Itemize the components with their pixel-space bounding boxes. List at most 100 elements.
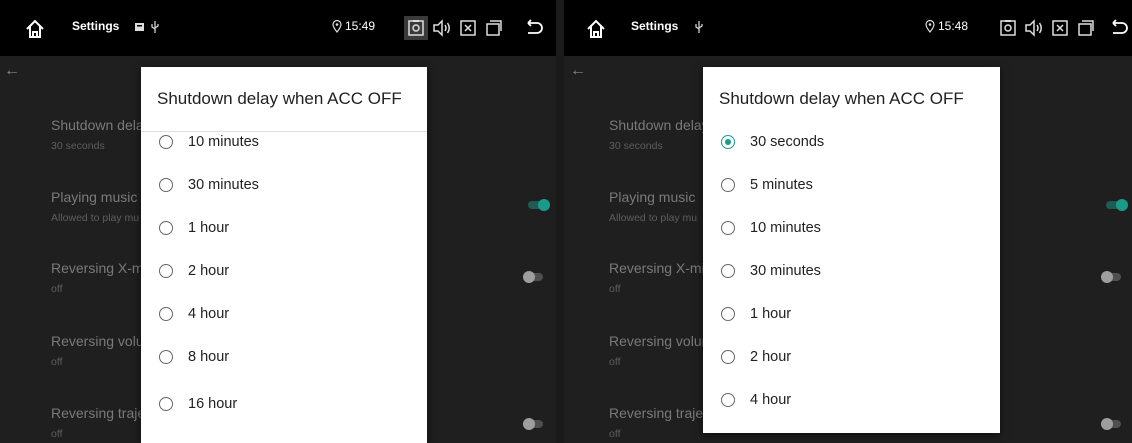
radio-option[interactable]: 4 hour: [141, 293, 427, 337]
back-icon[interactable]: [522, 16, 546, 40]
toggle-knob: [538, 199, 550, 211]
volume-icon[interactable]: [1022, 16, 1046, 40]
reversing-trajectory-toggle[interactable]: [1101, 418, 1123, 430]
radio-button[interactable]: [721, 178, 735, 192]
nav-back-icon[interactable]: ←: [4, 62, 20, 80]
setting-subtitle: 30 seconds: [51, 140, 105, 152]
screen: Settings 15:49 ← Shutdown delay 30 secon…: [0, 0, 1132, 443]
close-app-icon[interactable]: [456, 16, 480, 40]
radio-button[interactable]: [159, 221, 173, 235]
setting-title: Reversing volum: [609, 333, 714, 349]
status-bar: Settings 15:48: [564, 0, 1132, 56]
playing-music-toggle[interactable]: [1106, 199, 1128, 211]
option-label: 4 hour: [750, 392, 792, 408]
setting-subtitle: off: [609, 428, 621, 440]
radio-option[interactable]: 5 minutes: [703, 164, 1000, 208]
usb-icon: [150, 21, 160, 33]
back-icon[interactable]: [1107, 16, 1131, 40]
volume-icon[interactable]: [430, 16, 454, 40]
setting-title: Playing music: [51, 189, 138, 205]
reversing-mirror-toggle[interactable]: [1101, 271, 1123, 283]
option-label: 10 minutes: [750, 220, 821, 236]
radio-button[interactable]: [159, 178, 173, 192]
dialog-title: Shutdown delay when ACC OFF: [157, 89, 402, 108]
toggle-knob: [1101, 418, 1113, 430]
radio-option[interactable]: 30 minutes: [141, 164, 427, 208]
radio-button[interactable]: [159, 264, 173, 278]
radio-button[interactable]: [159, 397, 173, 411]
shutdown-delay-dialog: Shutdown delay when ACC OFF 30 seconds 5…: [703, 67, 1000, 433]
option-label: 30 minutes: [188, 177, 259, 193]
playing-music-toggle[interactable]: [528, 199, 550, 211]
radio-button[interactable]: [721, 307, 735, 321]
notification-icon: [134, 21, 145, 32]
nav-back-icon[interactable]: ←: [570, 62, 586, 80]
status-bar: Settings 15:49: [0, 0, 556, 56]
radio-button[interactable]: [721, 221, 735, 235]
option-label: 2 hour: [750, 349, 792, 365]
location-icon: [925, 20, 935, 33]
screenshot-icon[interactable]: [404, 16, 428, 40]
radio-button[interactable]: [721, 350, 735, 364]
setting-subtitle: off: [51, 428, 63, 440]
setting-subtitle: Allowed to play mu: [609, 212, 698, 224]
radio-option[interactable]: 30 minutes: [703, 250, 1000, 294]
setting-title: Shutdown delay: [609, 117, 709, 133]
recent-apps-icon[interactable]: [1074, 16, 1098, 40]
radio-option[interactable]: 16 hour: [141, 383, 427, 427]
setting-subtitle: off: [51, 356, 63, 368]
status-time: 15:48: [938, 19, 969, 33]
setting-title: Playing music: [609, 189, 696, 205]
reversing-mirror-toggle[interactable]: [523, 271, 545, 283]
option-label: 10 minutes: [188, 134, 259, 150]
radio-option[interactable]: 1 hour: [141, 207, 427, 251]
status-time: 15:49: [345, 19, 376, 33]
radio-option[interactable]: 8 hour: [141, 336, 427, 380]
option-label: 30 seconds: [750, 134, 825, 150]
radio-option[interactable]: 2 hour: [703, 336, 1000, 380]
radio-option[interactable]: 1 hour: [703, 293, 1000, 337]
option-label: 5 minutes: [750, 177, 813, 193]
shutdown-delay-dialog: Shutdown delay when ACC OFF 10 minutes 3…: [141, 67, 427, 443]
radio-button[interactable]: [159, 307, 173, 321]
setting-subtitle: Allowed to play mu: [51, 212, 140, 224]
option-label: 4 hour: [188, 306, 230, 322]
setting-title: Shutdown delay: [51, 117, 151, 133]
home-icon[interactable]: [24, 18, 46, 40]
toggle-knob: [1116, 199, 1128, 211]
dialog-title: Shutdown delay when ACC OFF: [719, 89, 964, 108]
radio-button[interactable]: [721, 264, 735, 278]
setting-subtitle: off: [609, 356, 621, 368]
setting-subtitle: off: [609, 283, 621, 295]
setting-title: Reversing X-mirr: [609, 260, 715, 276]
status-title: Settings: [631, 19, 679, 33]
radio-button[interactable]: [721, 393, 735, 407]
setting-subtitle: off: [51, 283, 63, 295]
toggle-knob: [1101, 271, 1113, 283]
close-app-icon[interactable]: [1048, 16, 1072, 40]
recent-apps-icon[interactable]: [482, 16, 506, 40]
setting-subtitle: 30 seconds: [609, 140, 663, 152]
left-screenshot: Settings 15:49 ← Shutdown delay 30 secon…: [0, 0, 556, 443]
toggle-knob: [523, 271, 535, 283]
radio-option[interactable]: 30 seconds: [703, 121, 1000, 165]
radio-button[interactable]: [159, 135, 173, 149]
home-icon[interactable]: [585, 18, 607, 40]
reversing-trajectory-toggle[interactable]: [523, 418, 545, 430]
setting-title: Reversing traject: [609, 405, 715, 421]
usb-icon: [694, 21, 704, 33]
option-label: 16 hour: [188, 396, 238, 412]
screenshot-icon[interactable]: [996, 16, 1020, 40]
location-icon: [332, 20, 342, 33]
option-label: 30 minutes: [750, 263, 821, 279]
radio-button-selected[interactable]: [721, 135, 735, 149]
radio-option[interactable]: 10 minutes: [703, 207, 1000, 251]
radio-option[interactable]: 4 hour: [703, 379, 1000, 423]
option-label: 1 hour: [750, 306, 792, 322]
option-label: 1 hour: [188, 220, 230, 236]
radio-button[interactable]: [159, 350, 173, 364]
radio-option[interactable]: 2 hour: [141, 250, 427, 294]
radio-option[interactable]: 10 minutes: [141, 121, 427, 165]
toggle-knob: [523, 418, 535, 430]
right-screenshot: Settings 15:48 ← Shutdown delay 30 secon…: [564, 0, 1132, 443]
